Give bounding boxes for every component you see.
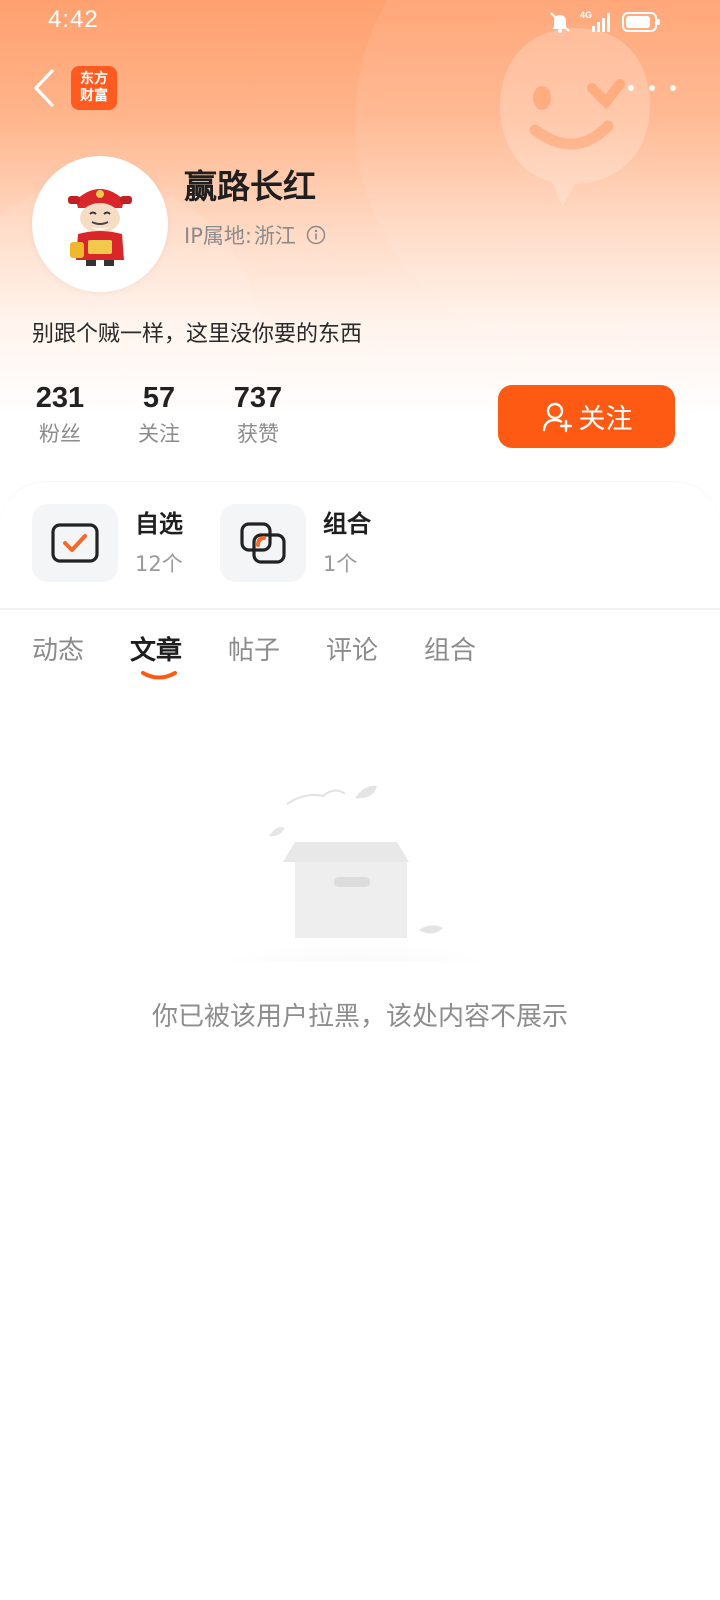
tab-dynamics[interactable]: 动态	[32, 630, 84, 667]
shortcut-title: 自选	[135, 510, 183, 538]
stat-label: 关注	[138, 422, 180, 446]
stat-likes[interactable]: 737 获赞	[230, 380, 286, 448]
app-logo[interactable]: 东方 财富	[71, 66, 117, 110]
app-logo-line2: 财富	[80, 88, 108, 104]
empty-state-message: 你已被该用户拉黑，该处内容不展示	[151, 1002, 568, 1032]
shortcut-watchlist[interactable]: 自选 12个	[32, 504, 183, 582]
back-button[interactable]	[22, 62, 66, 114]
avatar[interactable]	[32, 156, 168, 292]
chevron-left-icon	[34, 69, 54, 107]
app-logo-line1: 东方	[80, 71, 108, 87]
stat-following[interactable]: 57 关注	[134, 380, 184, 448]
dot-icon	[670, 85, 676, 91]
stat-followers[interactable]: 231 粉丝	[32, 380, 88, 448]
add-user-icon	[542, 402, 572, 432]
shortcut-count: 12个	[135, 552, 183, 576]
tab-portfolios[interactable]: 组合	[424, 630, 476, 667]
stat-value: 57	[142, 382, 176, 414]
profile-screen: 4:42 4G 东方 财富 赢路长红 IP属地: 浙江 别跟个贼一样，这里没你要…	[0, 0, 720, 1600]
dot-icon	[649, 85, 655, 91]
profile-name: 赢路长红	[184, 167, 316, 206]
ip-location: 浙江	[253, 224, 296, 248]
profile-bio: 别跟个贼一样，这里没你要的东西	[32, 322, 363, 347]
dot-icon	[628, 85, 634, 91]
empty-box-illustration	[205, 785, 505, 962]
status-icons: 4G	[548, 8, 662, 36]
overlapping-squares-icon	[240, 522, 286, 564]
stat-label: 获赞	[237, 422, 279, 446]
stat-label: 粉丝	[39, 422, 81, 446]
divider	[0, 608, 720, 610]
bell-muted-icon	[550, 12, 570, 33]
info-icon[interactable]	[306, 225, 326, 245]
active-tab-indicator	[141, 671, 177, 680]
mascot-watermark-icon	[500, 28, 650, 206]
checkbox-checked-icon	[51, 523, 99, 563]
watchlist-icon-wrap	[32, 504, 118, 582]
follow-button-label: 关注	[578, 404, 633, 434]
avatar-mascot-icon	[68, 189, 132, 266]
status-bar: 4:42 4G	[0, 0, 720, 44]
content-card: 自选 12个 组合 1个 动态 文章 帖子 评论 组合 你已被该用户拉黑，该处内…	[0, 482, 720, 1600]
shortcut-title: 组合	[323, 510, 371, 538]
shortcut-portfolio[interactable]: 组合 1个	[220, 504, 371, 582]
status-time: 4:42	[48, 6, 99, 33]
tab-posts[interactable]: 帖子	[228, 630, 280, 667]
cellular-signal-icon: 4G	[580, 10, 614, 34]
more-options-button[interactable]	[628, 76, 676, 100]
ip-location-row: IP属地: 浙江	[184, 220, 326, 250]
tab-comments[interactable]: 评论	[326, 630, 378, 667]
battery-icon	[622, 12, 660, 32]
tab-articles[interactable]: 文章	[130, 630, 182, 667]
stat-value: 737	[233, 382, 283, 414]
follow-button[interactable]: 关注	[498, 385, 675, 448]
ip-label: IP属地:	[184, 224, 252, 248]
tab-bar: 动态 文章 帖子 评论 组合	[0, 630, 720, 690]
shortcut-count: 1个	[323, 552, 358, 576]
portfolio-icon-wrap	[220, 504, 306, 582]
stat-value: 231	[35, 382, 85, 414]
